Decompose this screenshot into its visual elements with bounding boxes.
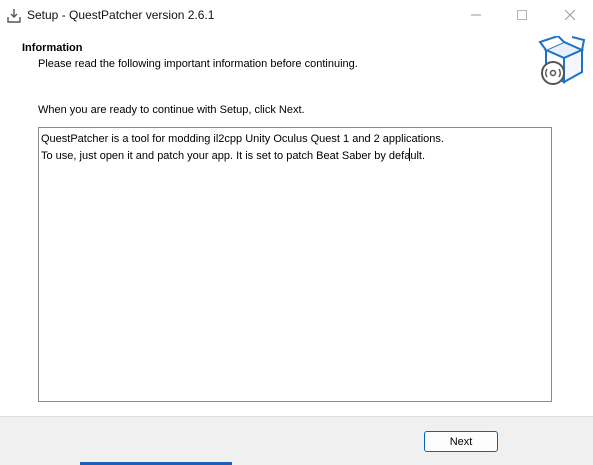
info-line-1: QuestPatcher is a tool for modding il2cp… [41,133,444,145]
wizard-header: Information Please read the following im… [0,32,593,90]
maximize-button[interactable] [499,0,545,30]
window-title: Setup - QuestPatcher version 2.6.1 [27,8,215,22]
setup-window: Setup - QuestPatcher version 2.6.1 Infor… [0,0,593,465]
close-button[interactable] [547,0,593,30]
close-icon [565,10,575,20]
maximize-icon [517,10,527,20]
title-bar[interactable]: Setup - QuestPatcher version 2.6.1 [0,0,593,32]
wizard-footer: Next [0,416,593,465]
next-button[interactable]: Next [424,431,498,452]
information-text-box[interactable]: QuestPatcher is a tool for modding il2cp… [38,127,552,402]
minimize-icon [471,14,481,16]
minimize-button[interactable] [453,0,499,30]
setup-download-icon [6,8,22,24]
info-line-2-start: To use, just open it and patch your app.… [41,150,411,162]
info-line-2: To use, just open it and patch your app.… [41,148,549,165]
installer-box-icon [538,34,586,86]
page-title: Information [22,42,83,54]
page-subtitle: Please read the following important info… [38,58,358,70]
info-line-2-end: ult. [410,150,426,162]
continue-instruction: When you are ready to continue with Setu… [38,104,305,116]
